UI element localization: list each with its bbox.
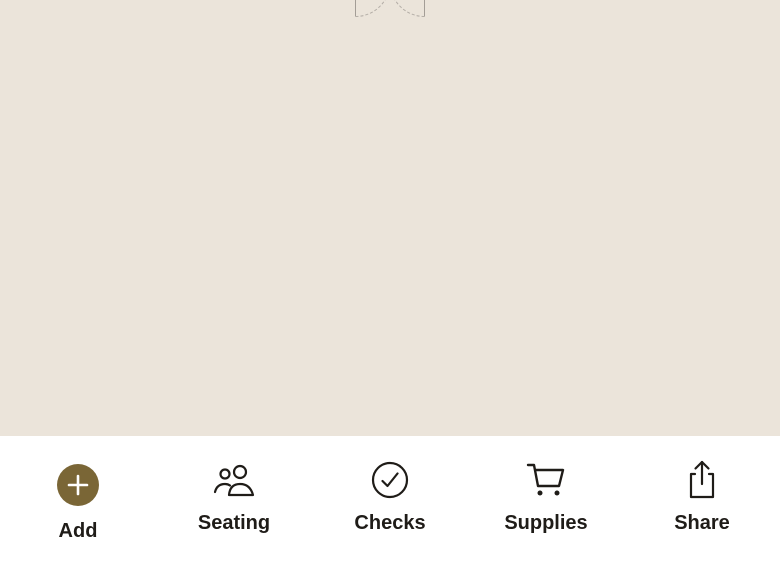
floor-plan-canvas[interactable] <box>0 0 780 436</box>
add-label: Add <box>58 520 98 542</box>
seating-label: Seating <box>197 512 271 534</box>
check-circle-icon <box>371 461 409 499</box>
share-tab[interactable]: Share <box>624 436 780 568</box>
share-icon <box>689 460 715 499</box>
door-swing-icon <box>355 0 425 17</box>
add-button[interactable]: Add <box>0 436 156 568</box>
cart-icon <box>526 463 565 496</box>
share-label: Share <box>674 512 730 534</box>
bottom-toolbar: Add Seating Checks Supplies Share <box>0 436 780 568</box>
checks-label: Checks <box>354 512 426 534</box>
people-icon <box>213 464 255 497</box>
seating-tab[interactable]: Seating <box>156 436 312 568</box>
supplies-label: Supplies <box>504 512 588 534</box>
supplies-tab[interactable]: Supplies <box>468 436 624 568</box>
plus-circle-icon <box>57 464 99 506</box>
checks-tab[interactable]: Checks <box>312 436 468 568</box>
